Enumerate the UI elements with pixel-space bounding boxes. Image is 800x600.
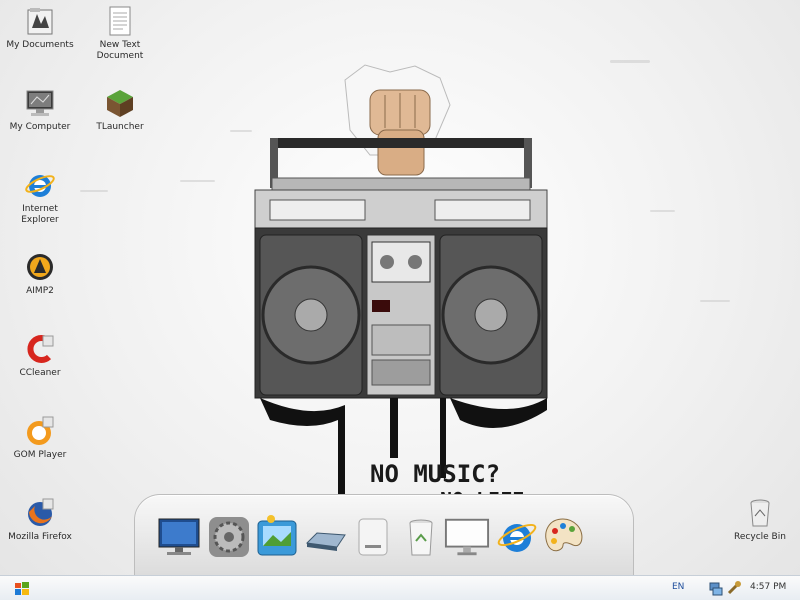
- desktop-icon-label: My Computer: [9, 122, 71, 132]
- trash-icon: [409, 519, 433, 556]
- dock-item-removable-disk[interactable]: [350, 514, 396, 560]
- wallpaper-speck: [80, 190, 108, 192]
- aimp2-icon: [27, 254, 53, 280]
- dock-item-display[interactable]: [444, 514, 490, 560]
- desktop[interactable]: My Documents My Computer Internet Explor…: [0, 0, 800, 600]
- desktop-icon-label: GOM Player: [13, 450, 67, 460]
- dock-item-system-preferences[interactable]: [206, 514, 252, 560]
- desktop-icon-label: AIMP2: [26, 286, 54, 296]
- paint-palette-icon: [545, 518, 583, 552]
- internet-explorer-icon: [25, 175, 55, 197]
- wallpaper-speck: [610, 60, 650, 63]
- settings-gear-icon: [209, 517, 249, 557]
- tools-tray-icon[interactable]: [726, 580, 742, 596]
- display-icon: [444, 518, 490, 556]
- desktop-icon-ccleaner[interactable]: CCleaner: [2, 332, 78, 379]
- network-tray-icon[interactable]: [708, 580, 724, 596]
- drive-icon: [305, 532, 346, 551]
- dock-item-photo-viewer[interactable]: [254, 514, 300, 560]
- desktop-icon-label: Mozilla Firefox: [8, 532, 72, 542]
- desktop-icon-tlauncher[interactable]: TLauncher: [82, 86, 158, 133]
- desktop-icon-label: Internet Explorer: [21, 204, 59, 225]
- firefox-icon: [28, 498, 54, 526]
- dock-item-monitor[interactable]: [156, 514, 202, 560]
- desktop-icon-label: My Documents: [6, 40, 74, 50]
- desktop-icon-label: TLauncher: [96, 122, 144, 132]
- wallpaper-speck: [650, 210, 675, 212]
- taskbar-clock[interactable]: 4:57 PM: [750, 582, 786, 592]
- desktop-icon-label: Recycle Bin: [734, 532, 786, 542]
- wallpaper-boombox: [254, 64, 548, 500]
- my-documents-icon: [27, 8, 53, 35]
- desktop-icon-my-documents[interactable]: My Documents: [2, 4, 78, 51]
- wallpaper-speck: [700, 300, 730, 302]
- desktop-icon-firefox[interactable]: Mozilla Firefox: [2, 496, 78, 543]
- tlauncher-icon: [107, 90, 133, 117]
- dock-item-drive[interactable]: [302, 514, 348, 560]
- language-indicator[interactable]: EN: [672, 582, 684, 592]
- gom-player-icon: [27, 416, 54, 445]
- desktop-icon-label: New Text Document: [96, 40, 144, 61]
- desktop-icon-internet-explorer[interactable]: Internet Explorer: [2, 168, 78, 226]
- dock-item-internet-explorer[interactable]: [494, 514, 540, 560]
- internet-explorer-icon: [497, 523, 537, 552]
- ccleaner-icon: [27, 335, 54, 363]
- monitor-icon: [158, 518, 200, 555]
- dock-item-trash[interactable]: [398, 514, 444, 560]
- taskbar: EN 4:57 PM: [0, 575, 800, 600]
- start-button[interactable]: [14, 581, 30, 597]
- desktop-icon-my-computer[interactable]: My Computer: [2, 86, 78, 133]
- desktop-icon-label: CCleaner: [19, 368, 61, 378]
- wallpaper-speck: [230, 130, 252, 132]
- text-document-icon: [109, 6, 131, 36]
- dock-item-paint[interactable]: [540, 514, 586, 560]
- wallpaper-speck: [180, 180, 215, 182]
- desktop-icon-recycle-bin[interactable]: Recycle Bin: [722, 496, 798, 543]
- desktop-icon-aimp2[interactable]: AIMP2: [2, 250, 78, 297]
- removable-disk-icon: [358, 518, 388, 556]
- desktop-icon-new-text-document[interactable]: New Text Document: [82, 4, 158, 62]
- recycle-bin-icon: [750, 499, 770, 527]
- my-computer-icon: [26, 90, 54, 116]
- photo-viewer-icon: [257, 515, 297, 556]
- wallpaper-slogan-line1: NO MUSIC?: [370, 460, 501, 488]
- desktop-icon-gom-player[interactable]: GOM Player: [2, 414, 78, 461]
